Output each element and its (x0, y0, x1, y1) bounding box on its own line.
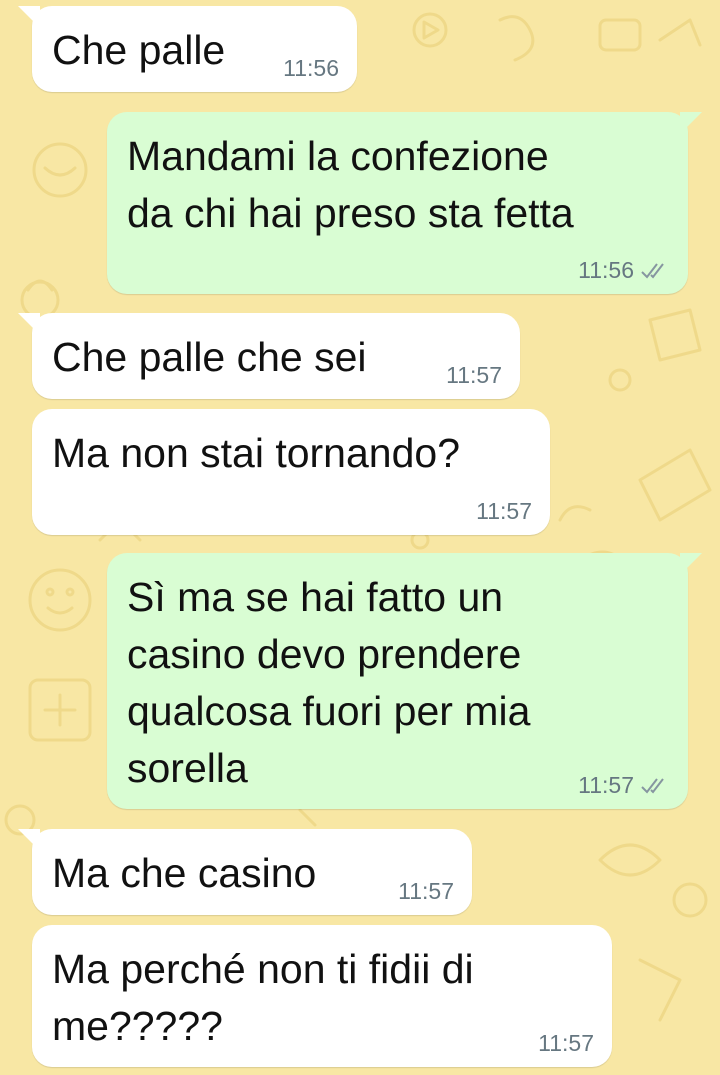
message-bubble-incoming[interactable]: Ma che casino 11:57 (18, 829, 472, 915)
message-text: Che palle (52, 27, 226, 73)
double-check-icon (641, 777, 664, 794)
message-meta: 11:57 (446, 362, 502, 389)
double-check-icon (641, 262, 664, 279)
message-text: Sì ma se hai fatto un casino devo prende… (127, 574, 531, 791)
message-bubble-incoming[interactable]: Ma perché non ti fidii di me????? 11:57 (32, 925, 612, 1067)
message-text: Ma non stai tornando? (52, 430, 460, 476)
message-time: 11:57 (446, 362, 502, 388)
message-text: Ma che casino (52, 850, 317, 896)
message-time: 11:57 (476, 498, 532, 524)
bubble-tail (18, 6, 40, 28)
message-meta: 11:57 (578, 772, 670, 799)
message-text: Ma perché non ti fidii di me????? (52, 946, 474, 1049)
message-meta: 11:57 (476, 498, 532, 525)
message-time: 11:57 (578, 772, 634, 798)
message-meta: 11:56 (578, 257, 670, 284)
message-bubble-incoming[interactable]: Ma non stai tornando? 11:57 (32, 409, 550, 535)
message-bubble-incoming[interactable]: Che palle che sei 11:57 (18, 313, 520, 399)
message-time: 11:57 (398, 878, 454, 904)
message-meta: 11:57 (398, 878, 454, 905)
message-meta: 11:57 (538, 1030, 594, 1057)
bubble-tail (680, 112, 702, 134)
bubble-tail (18, 829, 40, 851)
bubble-tail (18, 313, 40, 335)
message-time: 11:57 (538, 1030, 594, 1056)
message-meta: 11:56 (283, 55, 339, 82)
bubble-tail (680, 553, 702, 575)
message-bubble-outgoing[interactable]: Sì ma se hai fatto un casino devo prende… (107, 553, 702, 809)
message-text: Mandami la confezione da chi hai preso s… (127, 133, 574, 236)
message-bubble-incoming[interactable]: Che palle 11:56 (18, 6, 357, 92)
message-time: 11:56 (283, 55, 339, 81)
message-bubble-outgoing[interactable]: Mandami la confezione da chi hai preso s… (107, 112, 702, 294)
message-time: 11:56 (578, 257, 634, 283)
message-text: Che palle che sei (52, 334, 367, 380)
